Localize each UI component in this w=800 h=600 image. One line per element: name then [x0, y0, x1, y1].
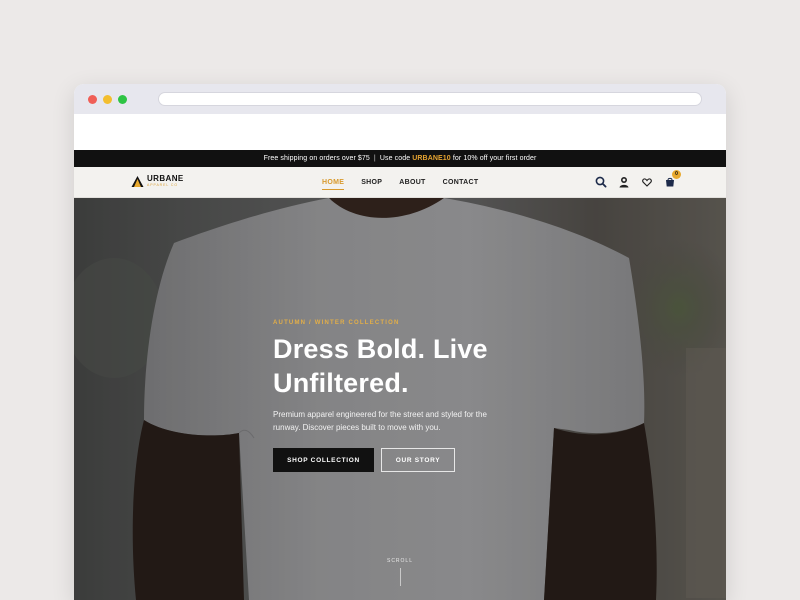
scroll-label: SCROLL: [386, 558, 413, 564]
hero-cta-group: SHOP COLLECTION OUR STORY: [273, 448, 533, 472]
user-icon[interactable]: [617, 175, 631, 189]
nav-item-about[interactable]: ABOUT: [399, 179, 425, 186]
hero-content: AUTUMN / WINTER COLLECTION Dress Bold. L…: [273, 320, 533, 472]
logo-mark-icon: [131, 175, 144, 188]
promo-code-prefix: Use code: [379, 155, 411, 162]
hero-headline-line1: Dress Bold. Live: [273, 334, 488, 364]
main-nav: HOME SHOP ABOUT CONTACT: [322, 167, 495, 197]
promo-bar: Free shipping on orders over $75 | Use cod…: [74, 150, 726, 167]
cart-count-badge: 0: [672, 170, 681, 179]
site-header: URBANE APPAREL CO HOME SHOP ABOUT CONTAC…: [74, 167, 726, 198]
hero-eyebrow: AUTUMN / WINTER COLLECTION: [273, 320, 400, 326]
hero-headline: Dress Bold. Live Unfiltered.: [273, 332, 533, 400]
promo-code: URBANE10: [412, 155, 451, 162]
nav-item-home[interactable]: HOME: [322, 179, 345, 190]
search-icon[interactable]: [594, 175, 608, 189]
our-story-button[interactable]: OUR STORY: [381, 448, 455, 472]
cart-icon[interactable]: 0: [663, 170, 681, 189]
promo-shipping-text: Free shipping on orders over $75: [263, 155, 370, 162]
close-window-button[interactable]: [88, 95, 97, 104]
maximize-window-button[interactable]: [118, 95, 127, 104]
browser-chrome: [74, 84, 726, 114]
hero-headline-line2: Unfiltered.: [273, 368, 409, 398]
nav-item-shop[interactable]: SHOP: [361, 179, 382, 186]
browser-window: Free shipping on orders over $75 | Use cod…: [74, 84, 726, 600]
brand-logo[interactable]: URBANE APPAREL CO: [131, 175, 184, 188]
promo-offer-text: for 10% off your first order: [452, 155, 537, 162]
hero-subcopy: Premium apparel engineered for the stree…: [273, 410, 487, 432]
logo-text: URBANE APPAREL CO: [147, 175, 184, 188]
brand-name: URBANE: [147, 174, 184, 183]
minimize-window-button[interactable]: [103, 95, 112, 104]
brand-tagline: APPAREL CO: [147, 183, 178, 187]
header-icons: 0: [594, 170, 686, 189]
nav-item-contact[interactable]: CONTACT: [443, 179, 479, 186]
blank-strip: [74, 114, 726, 150]
heart-icon[interactable]: [640, 175, 654, 189]
scroll-indicator[interactable]: SCROLL: [380, 558, 420, 586]
scroll-line: [399, 568, 401, 586]
address-bar[interactable]: [158, 92, 702, 106]
promo-separator: |: [373, 155, 376, 162]
shop-collection-button[interactable]: SHOP COLLECTION: [273, 448, 374, 472]
hero-section: AUTUMN / WINTER COLLECTION Dress Bold. L…: [74, 198, 726, 600]
